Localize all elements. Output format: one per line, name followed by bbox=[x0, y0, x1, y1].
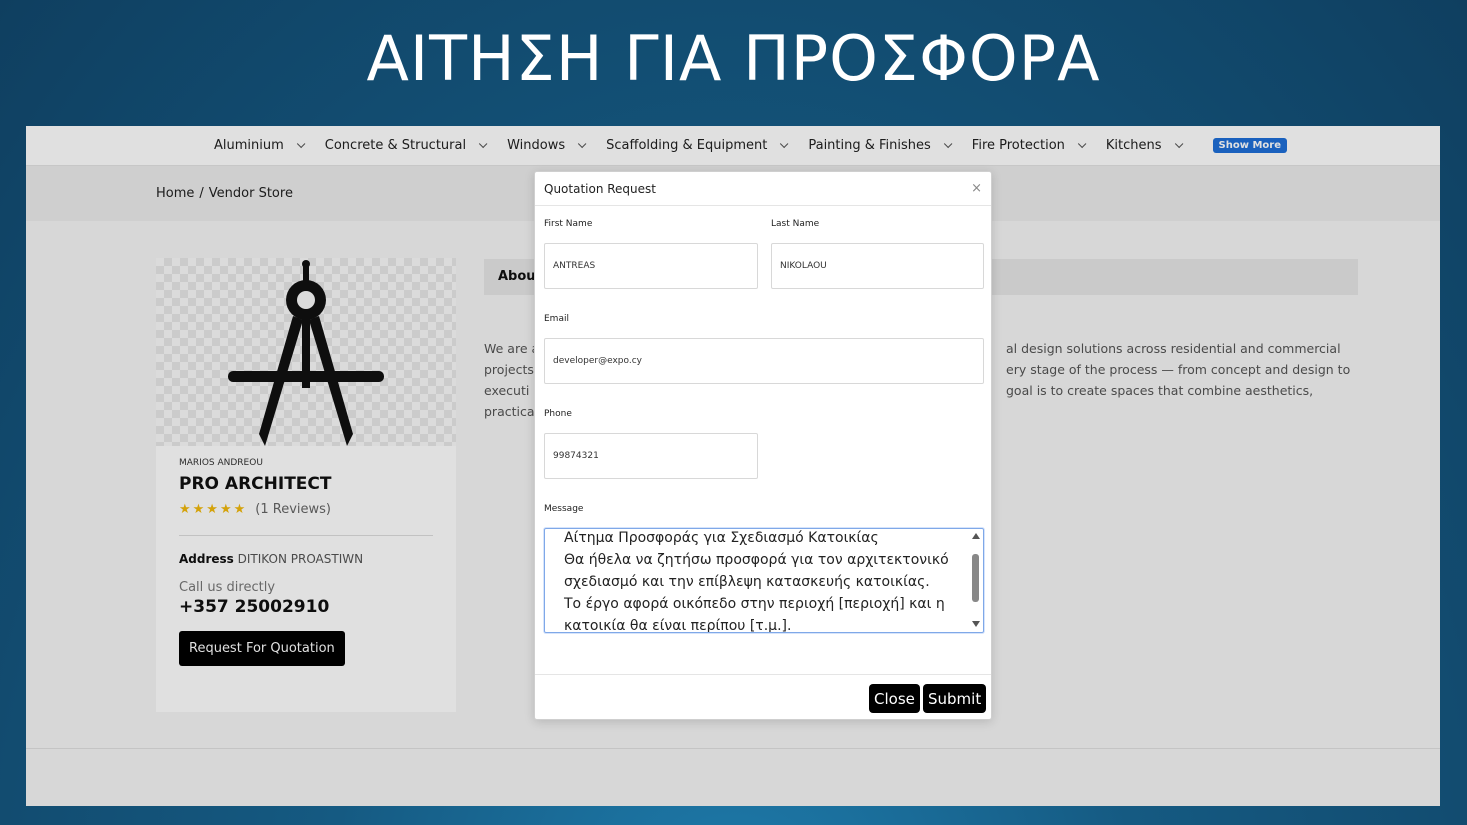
quotation-request-modal: Quotation Request × First Name ANTREAS L… bbox=[534, 171, 992, 720]
message-textarea[interactable]: Αίτημα Προσφοράς για Σχεδιασμό Κατοικίας… bbox=[544, 528, 984, 633]
submit-button[interactable]: Submit bbox=[923, 684, 987, 713]
first-name-label: First Name bbox=[544, 219, 593, 229]
last-name-field[interactable]: NIKOLAOU bbox=[771, 243, 984, 289]
scroll-down-arrow-icon[interactable] bbox=[972, 621, 980, 627]
first-name-field[interactable]: ANTREAS bbox=[544, 243, 758, 289]
phone-field[interactable]: 99874321 bbox=[544, 433, 758, 479]
close-icon[interactable]: × bbox=[971, 181, 982, 196]
modal-footer: Close Submit bbox=[535, 674, 991, 720]
message-label: Message bbox=[544, 504, 584, 514]
textarea-scrollbar[interactable] bbox=[970, 531, 981, 629]
message-line: κατοικία θα είναι περίπου [τ.μ.]. bbox=[564, 618, 792, 633]
scroll-up-arrow-icon[interactable] bbox=[972, 533, 980, 539]
modal-header: Quotation Request × bbox=[535, 172, 991, 206]
last-name-label: Last Name bbox=[771, 219, 820, 229]
message-line: Το έργο αφορά οικόπεδο στην περιοχή [περ… bbox=[564, 596, 945, 612]
message-line: Θα ήθελα να ζητήσω προσφορά για τον αρχι… bbox=[564, 552, 949, 568]
message-line: Αίτημα Προσφοράς για Σχεδιασμό Κατοικίας bbox=[564, 530, 879, 546]
message-line: σχεδιασμό και την επίβλεψη κατασκευής κα… bbox=[564, 574, 930, 590]
scroll-thumb[interactable] bbox=[972, 554, 979, 602]
slide-title: ΑΙΤΗΣΗ ΓΙΑ ΠΡΟΣΦΟΡΑ bbox=[366, 22, 1101, 95]
phone-label: Phone bbox=[544, 409, 572, 419]
email-field[interactable]: developer@expo.cy bbox=[544, 338, 984, 384]
close-button[interactable]: Close bbox=[869, 684, 920, 713]
modal-title: Quotation Request bbox=[544, 181, 656, 196]
browser-screen: Aluminium Concrete & Structural Windows … bbox=[26, 126, 1440, 806]
email-label: Email bbox=[544, 314, 569, 324]
